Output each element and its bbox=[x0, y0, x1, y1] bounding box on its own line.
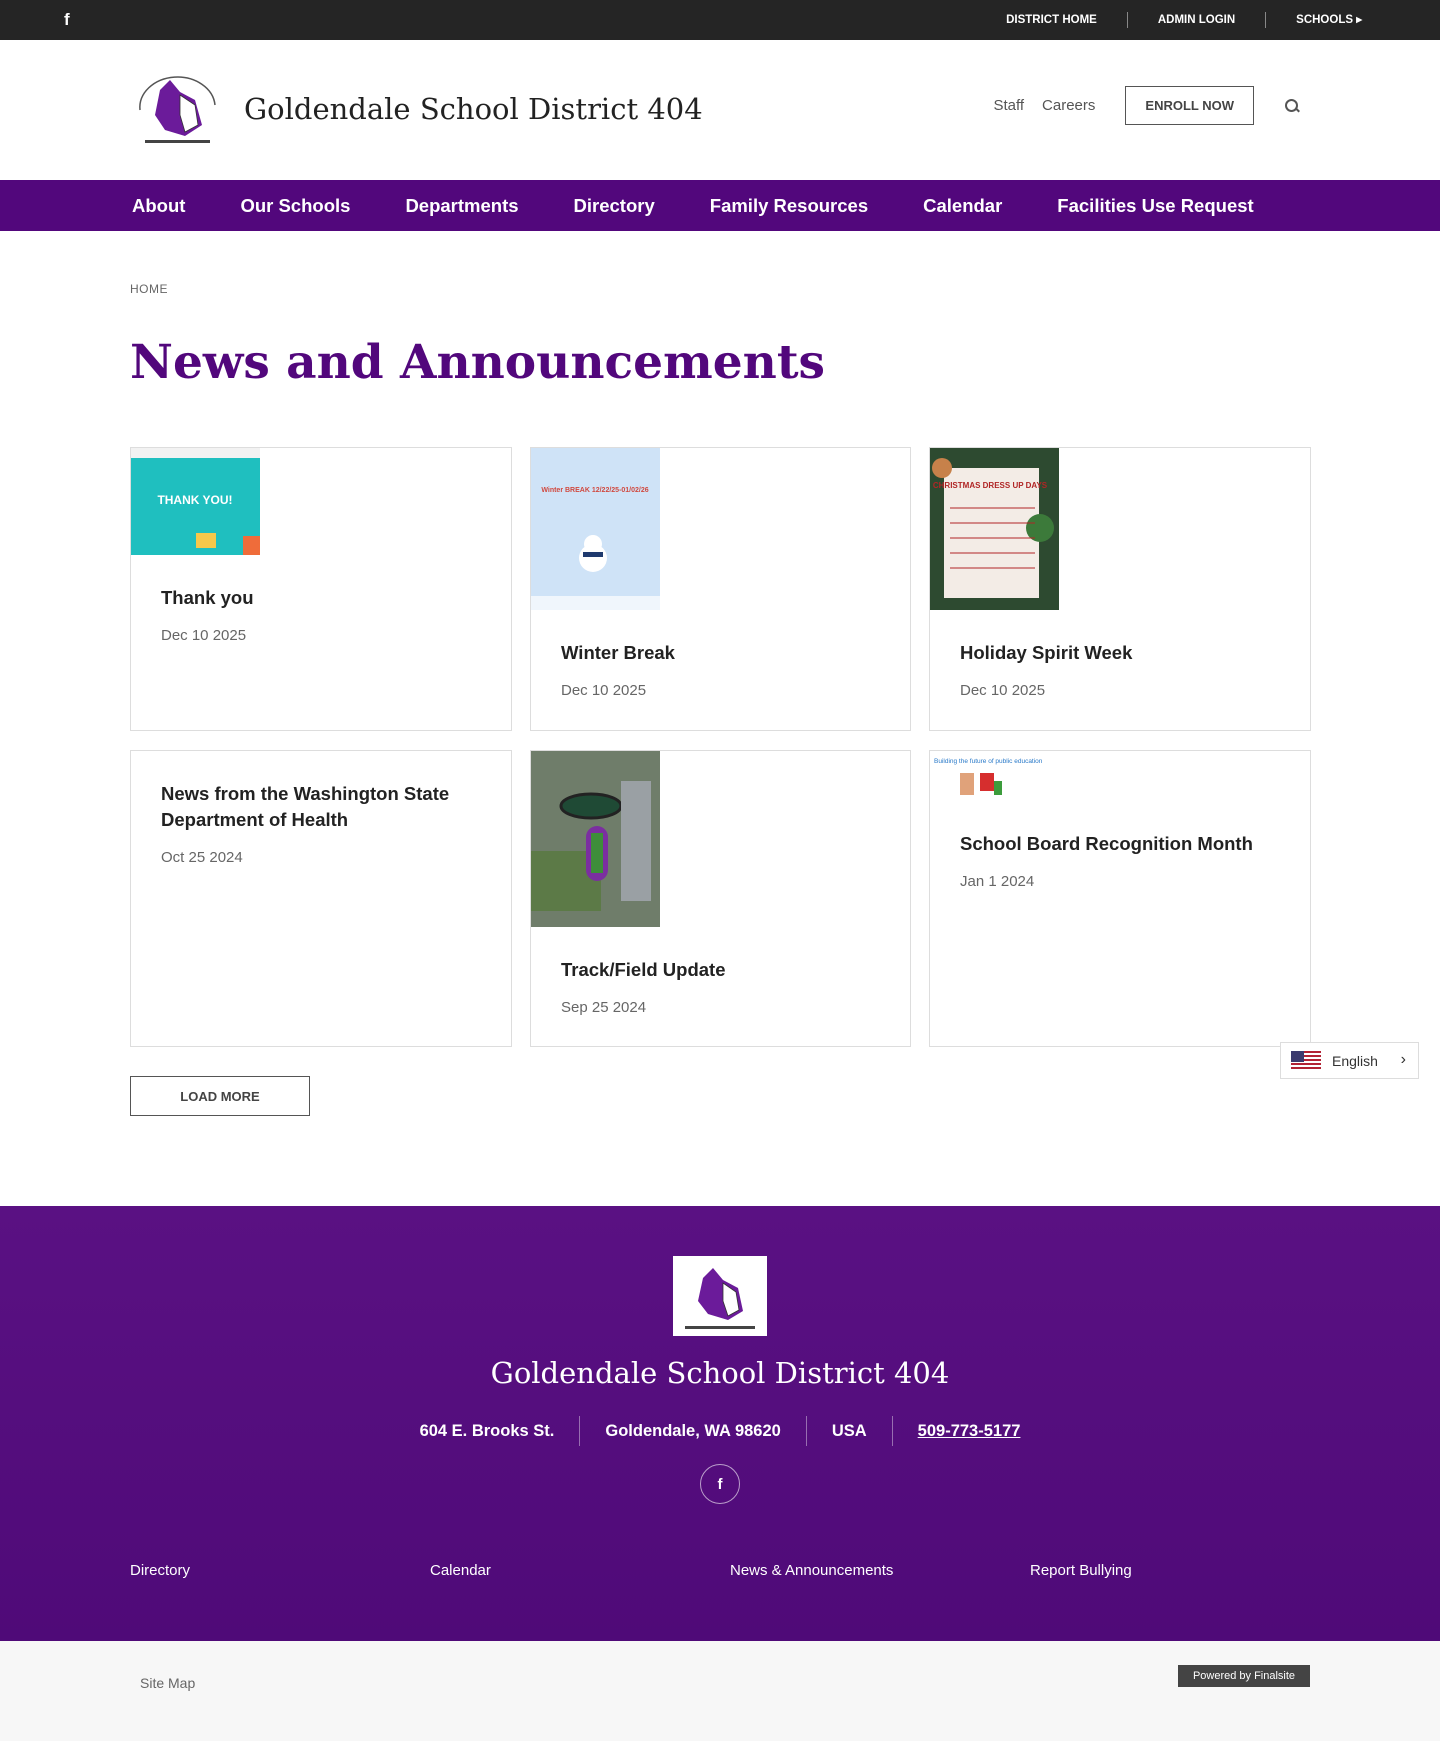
nav-facilities-use-request[interactable]: Facilities Use Request bbox=[1057, 195, 1253, 217]
news-date: Oct 25 2024 bbox=[161, 849, 243, 866]
thank-you-image: THANK YOU! bbox=[131, 448, 260, 555]
main-nav: About Our Schools Departments Directory … bbox=[0, 180, 1440, 231]
chevron-right-icon: › bbox=[1400, 1051, 1406, 1068]
footer-link-calendar[interactable]: Calendar bbox=[430, 1562, 491, 1579]
winter-break-image: Winter BREAK 12/22/25-01/02/26 bbox=[531, 448, 660, 610]
svg-text:Winter BREAK 12/22/25-01/02/26: Winter BREAK 12/22/25-01/02/26 bbox=[541, 487, 648, 494]
news-title[interactable]: News from the Washington State Departmen… bbox=[161, 781, 481, 833]
facebook-icon[interactable]: f bbox=[64, 10, 70, 30]
bottom-bar: Site Map Powered by Finalsite bbox=[0, 1641, 1440, 1741]
news-title[interactable]: Thank you bbox=[161, 585, 481, 611]
footer-link-directory[interactable]: Directory bbox=[130, 1562, 190, 1579]
news-card[interactable]: News from the Washington State Departmen… bbox=[130, 750, 512, 1047]
load-more-button[interactable]: LOAD MORE bbox=[130, 1076, 310, 1116]
staff-link[interactable]: Staff bbox=[993, 97, 1024, 114]
news-title[interactable]: Holiday Spirit Week bbox=[960, 640, 1280, 666]
track-field-image bbox=[531, 751, 660, 927]
schools-dropdown[interactable]: SCHOOLS ▸ bbox=[1265, 12, 1392, 28]
street: 604 E. Brooks St. bbox=[419, 1422, 555, 1440]
enroll-now-button[interactable]: ENROLL NOW bbox=[1125, 86, 1254, 125]
news-card[interactable]: CHRISTMAS DRESS UP DAYS Holiday Spirit W… bbox=[929, 447, 1311, 731]
powered-by-finalsite-badge[interactable]: Powered by Finalsite bbox=[1178, 1665, 1310, 1687]
breadcrumb-home[interactable]: HOME bbox=[130, 282, 168, 296]
news-title[interactable]: Track/Field Update bbox=[561, 957, 880, 983]
svg-text:THANK YOU!: THANK YOU! bbox=[157, 493, 232, 507]
news-date: Dec 10 2025 bbox=[960, 682, 1046, 699]
svg-text:Building the future of public: Building the future of public education bbox=[934, 758, 1043, 765]
city: Goldendale, WA 98620 bbox=[579, 1416, 805, 1446]
nav-calendar[interactable]: Calendar bbox=[923, 195, 1002, 217]
admin-login-link[interactable]: ADMIN LOGIN bbox=[1126, 12, 1265, 28]
country: USA bbox=[805, 1416, 892, 1446]
footer-link-news[interactable]: News & Announcements bbox=[730, 1562, 893, 1579]
holiday-spirit-image: CHRISTMAS DRESS UP DAYS bbox=[930, 448, 1059, 610]
news-title[interactable]: School Board Recognition Month bbox=[960, 831, 1280, 857]
footer-address: 604 E. Brooks St. Goldendale, WA 98620 U… bbox=[0, 1416, 1440, 1446]
svg-text:CHRISTMAS DRESS UP DAYS: CHRISTMAS DRESS UP DAYS bbox=[933, 481, 1048, 490]
news-card[interactable]: Track/Field Update Sep 25 2024 bbox=[530, 750, 911, 1047]
footer: Goldendale School District 404 604 E. Br… bbox=[0, 1206, 1440, 1641]
nav-family-resources[interactable]: Family Resources bbox=[710, 195, 868, 217]
nav-departments[interactable]: Departments bbox=[405, 195, 518, 217]
site-map-link[interactable]: Site Map bbox=[140, 1675, 195, 1691]
nav-directory[interactable]: Directory bbox=[574, 195, 655, 217]
district-home-link[interactable]: DISTRICT HOME bbox=[976, 12, 1127, 28]
nav-our-schools[interactable]: Our Schools bbox=[240, 195, 350, 217]
news-card[interactable]: Building the future of public education … bbox=[929, 750, 1311, 1047]
search-icon[interactable] bbox=[1284, 98, 1300, 114]
news-date: Dec 10 2025 bbox=[561, 682, 647, 699]
footer-title: Goldendale School District 404 bbox=[490, 1356, 950, 1390]
nav-about[interactable]: About bbox=[132, 195, 185, 217]
header: Goldendale School District 404 Staff Car… bbox=[0, 40, 1440, 180]
language-label: English bbox=[1332, 1052, 1378, 1069]
footer-logo[interactable] bbox=[673, 1256, 767, 1336]
news-card[interactable]: THANK YOU! Thank you Dec 10 2025 bbox=[130, 447, 512, 731]
news-date: Sep 25 2024 bbox=[561, 999, 647, 1016]
news-card[interactable]: Winter BREAK 12/22/25-01/02/26 Winter Br… bbox=[530, 447, 911, 731]
us-flag-icon bbox=[1291, 1050, 1321, 1071]
page-title: News and Announcements bbox=[130, 335, 825, 390]
top-bar: f DISTRICT HOME ADMIN LOGIN SCHOOLS ▸ bbox=[0, 0, 1440, 40]
language-selector[interactable]: English › bbox=[1280, 1042, 1419, 1079]
footer-link-report-bullying[interactable]: Report Bullying bbox=[1030, 1562, 1132, 1579]
site-title[interactable]: Goldendale School District 404 bbox=[244, 92, 703, 126]
news-date: Dec 10 2025 bbox=[161, 627, 247, 644]
phone-link[interactable]: 509-773-5177 bbox=[891, 1416, 1046, 1446]
footer-facebook-icon[interactable]: f bbox=[700, 1464, 740, 1504]
school-board-image: Building the future of public education bbox=[930, 751, 1059, 801]
careers-link[interactable]: Careers bbox=[1042, 97, 1095, 114]
news-date: Jan 1 2024 bbox=[960, 873, 1035, 890]
district-logo[interactable] bbox=[130, 70, 225, 150]
news-title[interactable]: Winter Break bbox=[561, 640, 880, 666]
